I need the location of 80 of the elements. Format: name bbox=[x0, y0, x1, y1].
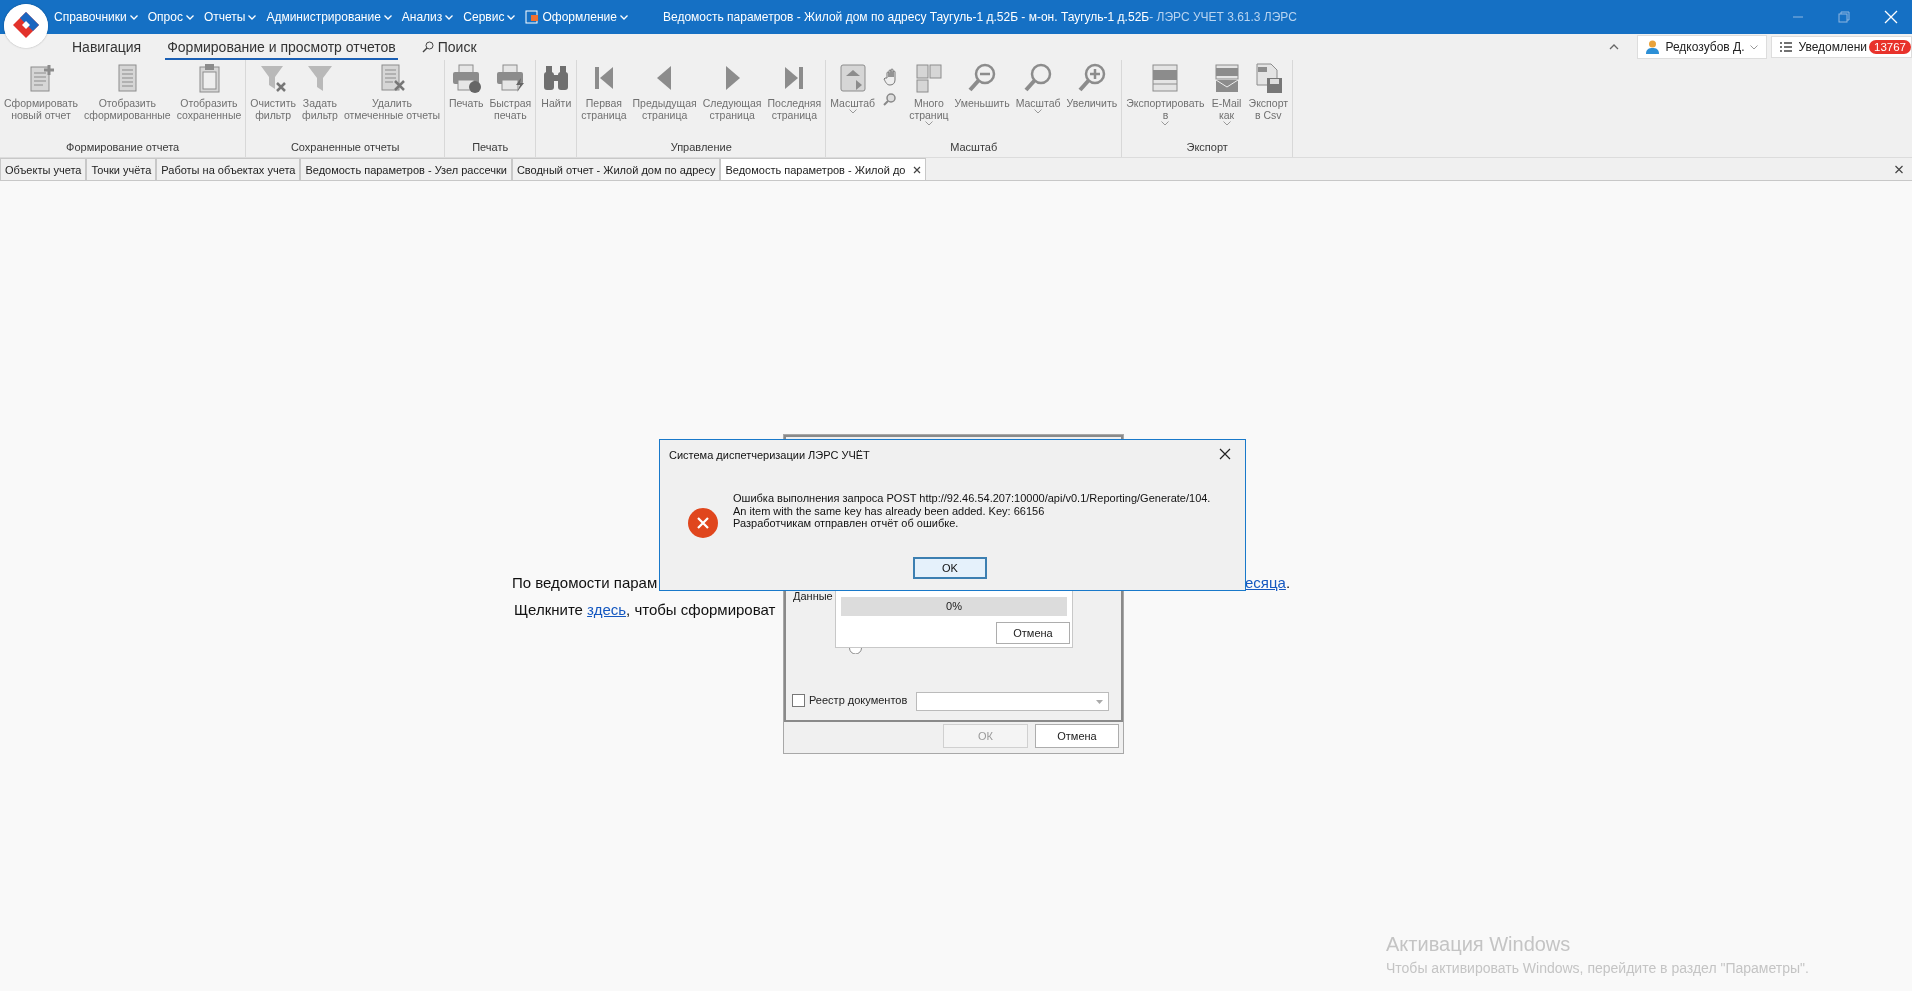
caret-icon bbox=[1750, 44, 1759, 50]
ribbon-button[interactable]: Очистить фильтр bbox=[248, 62, 298, 141]
close-icon[interactable] bbox=[1219, 448, 1231, 460]
ribbon-button[interactable]: Найти bbox=[538, 62, 575, 141]
ribbon-button[interactable]: Последняя страница bbox=[765, 62, 824, 141]
document-tab[interactable]: Сводный отчет - Жилой дом по адресу bbox=[511, 158, 721, 180]
ribbon-button[interactable]: Отобразить сформированные bbox=[82, 62, 173, 141]
ribbon-button[interactable]: Экспорт в Csv bbox=[1246, 62, 1291, 141]
ok-button[interactable]: OK bbox=[913, 557, 987, 579]
radio-button[interactable] bbox=[849, 648, 862, 654]
ribbon-tab[interactable]: Навигация bbox=[70, 39, 144, 60]
message-text: По ведомости парам bbox=[512, 574, 658, 591]
document-tab[interactable]: Точки учёта bbox=[86, 158, 157, 180]
app-version: - ЛЭРС УЧЕТ 3.61.3 ЛЭРС bbox=[1149, 10, 1297, 24]
ribbon-button[interactable]: Удалить отмеченные отчеты bbox=[341, 62, 442, 141]
caret-icon bbox=[185, 14, 194, 20]
group-label: Масштаб bbox=[949, 141, 999, 155]
document-tab[interactable]: Объекты учета bbox=[0, 158, 87, 180]
user-menu-button[interactable]: Редкозубов Д. bbox=[1637, 35, 1768, 59]
ribbon-button[interactable]: Много страниц bbox=[907, 62, 951, 141]
search-icon bbox=[421, 41, 434, 53]
ribbon-button[interactable]: Быстрая печать bbox=[487, 62, 534, 141]
message-text: есяца. bbox=[1245, 574, 1291, 591]
progress-reading: 0% bbox=[946, 600, 962, 612]
document-tab[interactable]: Ведомость параметров - Узел рассечки bbox=[300, 158, 512, 180]
menu-item[interactable]: Сервис bbox=[463, 10, 516, 24]
user-icon bbox=[1646, 40, 1660, 54]
dialog-title: Система диспетчеризации ЛЭРС УЧЁТ bbox=[669, 449, 870, 461]
caret-icon bbox=[383, 14, 392, 20]
ribbon-button[interactable]: Первая страница bbox=[579, 62, 629, 141]
group-label: Формирование отчета bbox=[65, 141, 181, 155]
close-icon[interactable] bbox=[913, 165, 922, 174]
checkbox-label: Реестр документов bbox=[809, 694, 908, 706]
group-label: Печать bbox=[471, 141, 510, 155]
notification-count: 13767 bbox=[1869, 40, 1911, 54]
caret-icon bbox=[1096, 699, 1103, 704]
menu-item[interactable]: Администрирование bbox=[266, 10, 392, 24]
menu-item[interactable]: Справочники bbox=[54, 10, 138, 24]
notifications-button[interactable]: Уведомлени 13767 bbox=[1771, 36, 1912, 58]
menu-item[interactable]: Опрос bbox=[147, 10, 194, 24]
group-label: Сохраненные отчеты bbox=[289, 141, 401, 155]
search-tab[interactable]: Поиск bbox=[419, 39, 479, 60]
magnifier-icon[interactable] bbox=[883, 92, 898, 106]
menu-item[interactable]: Оформление bbox=[525, 10, 628, 24]
cancel-button[interactable]: Отмена bbox=[996, 622, 1070, 644]
group-label: Управление bbox=[669, 141, 733, 155]
ribbon-button[interactable]: Масштаб bbox=[1013, 62, 1063, 141]
ribbon-button[interactable]: Отобразить сохраненные bbox=[174, 62, 244, 141]
ribbon-button[interactable]: Масштаб bbox=[828, 62, 878, 141]
caret-icon bbox=[129, 14, 138, 20]
caret-icon bbox=[507, 14, 516, 20]
ribbon-button[interactable]: Сформировать новый отчет bbox=[2, 62, 80, 141]
ribbon-button[interactable]: E-Mail как bbox=[1208, 62, 1245, 141]
data-label: Данные bbox=[793, 590, 833, 602]
group-label: Экспорт bbox=[1185, 141, 1229, 155]
ribbon-button[interactable]: Экспортировать в bbox=[1124, 62, 1207, 141]
message-text: Щелкните здесь, чтобы сформироват bbox=[514, 601, 776, 618]
menu-item[interactable]: Отчеты bbox=[203, 10, 257, 24]
caret-icon bbox=[445, 14, 454, 20]
document-tab[interactable]: Ведомость параметров - Жилой до bbox=[720, 158, 927, 180]
error-message: Ошибка выполнения запроса POST http://92.46.54.207:10000/api/v0.1/Reporting/Generate/104. An item with the same key has already been added. Key: 66156 Разработчикам отправлен отчёт об ошибке. bbox=[733, 492, 1211, 530]
caret-icon bbox=[619, 14, 628, 20]
ribbon-button[interactable]: Предыдущая страница bbox=[630, 62, 699, 141]
list-icon bbox=[1780, 42, 1793, 52]
document-tab[interactable]: Работы на объектах учета bbox=[156, 158, 301, 180]
cancel-button[interactable]: Отмена bbox=[1035, 724, 1119, 748]
menu-item[interactable]: Анализ bbox=[401, 10, 454, 24]
palette-icon bbox=[525, 10, 540, 24]
ribbon-button[interactable]: Следующая страница bbox=[700, 62, 764, 141]
window-title: Ведомость параметров - Жилой дом по адресу Таугуль-1 д.52Б - м-он. Таугуль-1 д.52Б bbox=[663, 10, 1150, 24]
month-link[interactable]: есяца bbox=[1245, 574, 1286, 591]
ribbon-button[interactable]: Увеличить bbox=[1064, 62, 1120, 141]
dropdown-field[interactable] bbox=[916, 692, 1109, 711]
caret-icon bbox=[248, 14, 257, 20]
collapse-ribbon-icon[interactable] bbox=[1609, 44, 1620, 50]
ribbon-button[interactable]: Задать фильтр bbox=[300, 62, 340, 141]
ribbon-button[interactable]: Уменьшить bbox=[952, 62, 1012, 141]
checkbox[interactable] bbox=[792, 694, 805, 707]
error-icon bbox=[687, 507, 719, 539]
ribbon-button[interactable]: Печать bbox=[447, 62, 486, 141]
